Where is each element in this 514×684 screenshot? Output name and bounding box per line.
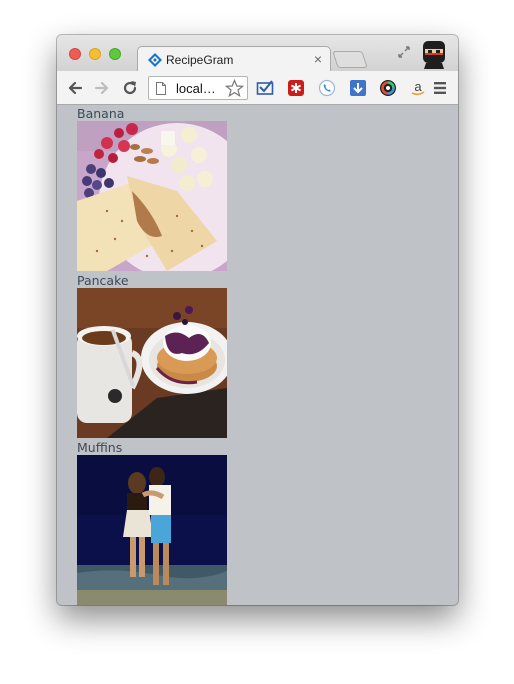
forward-arrow-icon[interactable]: [93, 79, 111, 97]
toolbar: local… a: [57, 71, 458, 105]
tab-recipegram[interactable]: RecipeGram ×: [137, 46, 331, 72]
ninja-avatar-icon[interactable]: [420, 39, 448, 69]
amazon-extension-icon[interactable]: a: [409, 79, 427, 97]
recipe-photo[interactable]: [77, 455, 227, 605]
recipegram-favicon-icon: [148, 53, 162, 67]
bookmark-star-icon[interactable]: [225, 79, 244, 98]
checkmail-extension-icon[interactable]: [256, 79, 274, 97]
recipe-card[interactable]: Banana: [77, 106, 227, 271]
recipe-photo[interactable]: [77, 288, 227, 438]
browser-window: RecipeGram × local… a Banana Pancake Muf…: [57, 35, 458, 605]
address-bar[interactable]: local…: [148, 76, 248, 100]
url-text: local…: [176, 81, 216, 96]
recipe-name: Muffins: [77, 440, 123, 455]
page-content: Banana Pancake Muffins: [57, 106, 458, 605]
menu-icon[interactable]: [431, 79, 449, 97]
window-close-button[interactable]: [69, 48, 81, 60]
window-minimize-button[interactable]: [89, 48, 101, 60]
svg-text:a: a: [414, 79, 422, 94]
new-tab-button[interactable]: [332, 51, 368, 68]
tab-strip: RecipeGram ×: [57, 35, 458, 72]
window-maximize-button[interactable]: [109, 48, 121, 60]
recipe-photo[interactable]: [77, 121, 227, 271]
reload-icon[interactable]: [121, 79, 139, 97]
download-extension-icon[interactable]: [349, 79, 367, 97]
recipe-name: Banana: [77, 106, 125, 121]
phone-extension-icon[interactable]: [318, 79, 336, 97]
recipe-card[interactable]: Pancake: [77, 273, 227, 438]
lastpass-extension-icon[interactable]: [287, 79, 305, 97]
restore-window-icon[interactable]: [397, 45, 411, 59]
page-icon: [156, 82, 166, 95]
color-picker-extension-icon[interactable]: [379, 79, 397, 97]
tab-close-icon[interactable]: ×: [314, 51, 322, 67]
recipe-name: Pancake: [77, 273, 129, 288]
back-arrow-icon[interactable]: [66, 79, 84, 97]
recipe-card[interactable]: Muffins: [77, 440, 227, 605]
tab-title: RecipeGram: [166, 53, 234, 67]
